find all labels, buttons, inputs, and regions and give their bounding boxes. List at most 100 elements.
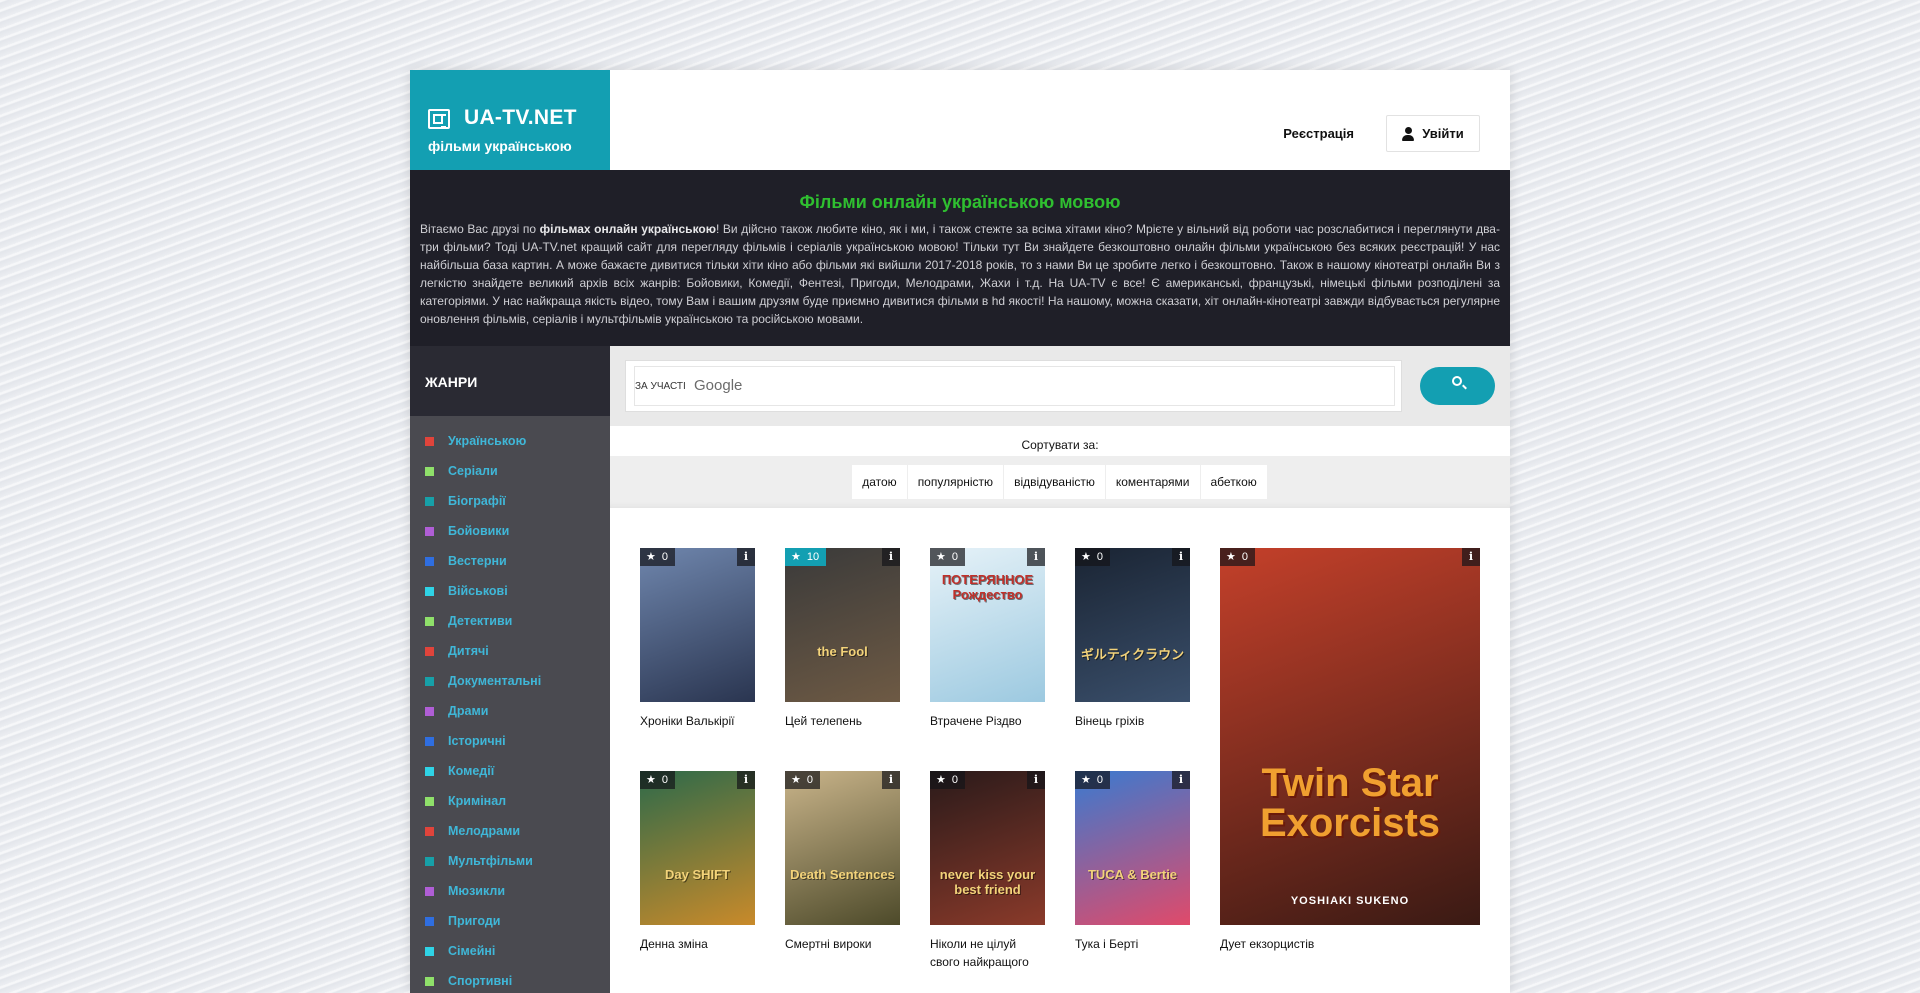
movie-title[interactable]: Хроніки Валькірії [640,712,755,730]
main-content: ЗА УЧАСТІ Google Сортувати за: датою попу… [610,346,1510,993]
register-link[interactable]: Реєстрація [1283,126,1354,141]
star-icon: ★ [1081,773,1091,786]
info-icon[interactable]: i [882,548,900,566]
sidebar-item-genre[interactable]: Вестерни [410,546,610,576]
sidebar-title: ЖАНРИ [410,346,610,416]
info-icon[interactable]: i [1172,548,1190,566]
sort-option[interactable]: коментарями [1105,465,1201,499]
rating-value: 0 [1096,551,1103,563]
sidebar-item-genre[interactable]: Сімейні [410,936,610,966]
movie-poster[interactable]: ПОТЕРЯННОЕ Рождество ★ 0 i [930,548,1045,702]
movie-title[interactable]: Тука і Берті [1075,935,1190,953]
intro-text-start: Вітаємо Вас друзі по [420,222,540,236]
movie-card[interactable]: ★ 0 i Хроніки Валькірії [640,548,755,730]
genre-label: Мюзикли [448,884,506,898]
sidebar-item-genre[interactable]: Біографії [410,486,610,516]
sidebar-item-genre[interactable]: Мелодрами [410,816,610,846]
rating-badge: ★ 0 [1220,548,1255,566]
genre-label: Українською [448,434,527,448]
movie-title[interactable]: Втрачене Різдво [930,712,1045,730]
genre-color-icon [425,586,434,596]
poster-title-art: never kiss your best friend [939,867,1036,897]
sidebar-item-genre[interactable]: Військові [410,576,610,606]
info-icon[interactable]: i [737,771,755,789]
movie-poster[interactable]: ★ 0 i [640,548,755,702]
user-icon [1402,126,1415,141]
genre-label: Історичні [448,734,506,748]
sort-option[interactable]: популярністю [907,465,1005,499]
movie-title[interactable]: Ніколи не цілуй свого найкращого [930,935,1045,971]
info-icon[interactable]: i [1027,771,1045,789]
sidebar-item-genre[interactable]: Пригоди [410,906,610,936]
movie-card[interactable]: Twin Star Exorcists YOSHIAKI SUKENO ★ 0 i Дуе… [1220,548,1480,953]
intro-text-bold: фільмах онлайн українською [539,222,716,236]
genre-label: Вестерни [448,554,507,568]
genre-color-icon [425,856,434,866]
sidebar-item-genre[interactable]: Серіали [410,456,610,486]
sort-bar: датою популярністю відвідуваністю коментаря… [610,456,1510,508]
sidebar-item-genre[interactable]: Українською [410,426,610,456]
sidebar-item-genre[interactable]: Спортивні [410,966,610,993]
rating-badge: ★ 0 [1075,771,1110,789]
sidebar-item-genre[interactable]: Драми [410,696,610,726]
search-button[interactable] [1420,367,1495,405]
genre-color-icon [425,436,434,446]
sidebar-item-genre[interactable]: Комедії [410,756,610,786]
info-icon[interactable]: i [1027,548,1045,566]
genre-label: Мелодрами [448,824,521,838]
sort-option[interactable]: відвідуваністю [1004,465,1106,499]
sort-option[interactable]: датою [852,465,908,499]
sidebar-item-genre[interactable]: Історичні [410,726,610,756]
star-icon: ★ [646,773,656,786]
sidebar-item-genre[interactable]: Дитячі [410,636,610,666]
search-brand: Google [694,377,743,394]
movie-poster[interactable]: never kiss your best friend ★ 0 i [930,771,1045,925]
info-icon[interactable]: i [1172,771,1190,789]
movie-card[interactable]: Death Sentences ★ 0 i Смертні вироки [785,771,900,953]
movie-poster[interactable]: Day SHIFT ★ 0 i [640,771,755,925]
site-header: UA-TV.NET фільми українською Реєстрація … [410,70,1510,170]
genre-color-icon [425,736,434,746]
site-logo[interactable]: UA-TV.NET фільми українською [410,70,610,170]
rating-value: 0 [951,774,958,786]
sidebar-item-genre[interactable]: Мультфільми [410,846,610,876]
movie-card[interactable]: TUCA & Bertie ★ 0 i Тука і Берті [1075,771,1190,953]
movie-card[interactable]: ギルティクラウン ★ 0 i Вінець гріхів [1075,548,1190,730]
movie-poster[interactable]: TUCA & Bertie ★ 0 i [1075,771,1190,925]
star-icon: ★ [936,550,946,563]
movie-poster[interactable]: ギルティクラウン ★ 0 i [1075,548,1190,702]
movie-title[interactable]: Дует екзорцистів [1220,935,1480,953]
movie-poster[interactable]: Twin Star Exorcists YOSHIAKI SUKENO ★ 0 i [1220,548,1480,925]
movie-card[interactable]: ПОТЕРЯННОЕ Рождество ★ 0 i Втрачене Різдво [930,548,1045,730]
logo-title: UA-TV.NET [464,106,577,129]
rating-value: 0 [661,551,668,563]
movie-card[interactable]: never kiss your best friend ★ 0 i Ніколи не … [930,771,1045,971]
genre-color-icon [425,976,434,986]
login-button[interactable]: Увійти [1386,115,1480,152]
sidebar-item-genre[interactable]: Документальні [410,666,610,696]
movie-poster[interactable]: Death Sentences ★ 0 i [785,771,900,925]
movie-card[interactable]: Day SHIFT ★ 0 i Денна зміна [640,771,755,953]
movie-poster[interactable]: the Fool ★ 10 i [785,548,900,702]
movie-title[interactable]: Цей телепень [785,712,900,730]
sidebar-item-genre[interactable]: Кримінал [410,786,610,816]
movie-card[interactable]: the Fool ★ 10 i Цей телепень [785,548,900,730]
sidebar-item-genre[interactable]: Детективи [410,606,610,636]
movie-title[interactable]: Смертні вироки [785,935,900,953]
sort-option[interactable]: абеткою [1200,465,1268,499]
info-icon[interactable]: i [882,771,900,789]
page-container: UA-TV.NET фільми українською Реєстрація … [410,70,1510,993]
sidebar-item-genre[interactable]: Бойовики [410,516,610,546]
poster-title-art: ギルティクラウン [1080,647,1185,662]
genre-color-icon [425,556,434,566]
movie-title[interactable]: Вінець гріхів [1075,712,1190,730]
sidebar-item-genre[interactable]: Мюзикли [410,876,610,906]
info-icon[interactable]: i [1462,548,1480,566]
movie-title[interactable]: Денна зміна [640,935,755,953]
info-icon[interactable]: i [737,548,755,566]
rating-value: 0 [806,774,813,786]
genre-color-icon [425,796,434,806]
rating-badge: ★ 0 [1075,548,1110,566]
genre-sidebar: ЖАНРИ Українською Серіали Біографії Бойовик… [410,346,610,993]
search-input[interactable]: ЗА УЧАСТІ Google [634,366,1395,406]
